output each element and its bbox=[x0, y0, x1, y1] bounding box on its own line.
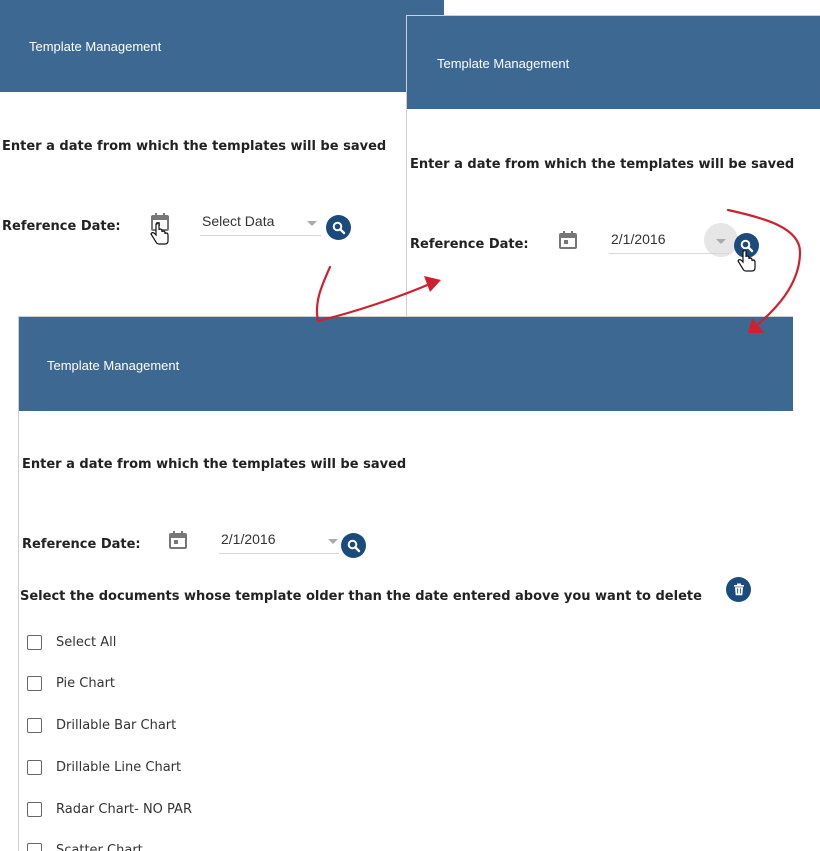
list-item[interactable]: Drillable Bar Chart bbox=[27, 714, 176, 736]
checkbox-label: Drillable Line Chart bbox=[56, 760, 181, 775]
checkbox-label: Radar Chart- NO PAR bbox=[56, 802, 192, 817]
panel-a: Template Management Enter a date from wh… bbox=[0, 0, 444, 320]
document-checkbox[interactable] bbox=[27, 718, 42, 733]
hand-pointer-icon bbox=[737, 249, 757, 273]
document-checkbox[interactable] bbox=[27, 676, 42, 691]
search-icon bbox=[347, 539, 361, 553]
delete-button[interactable] bbox=[726, 577, 751, 602]
panel-a-date-dropdown[interactable]: Select Data bbox=[200, 213, 321, 236]
calendar-icon[interactable] bbox=[558, 230, 578, 250]
panel-a-search-button[interactable] bbox=[326, 215, 351, 240]
checkbox-label: Drillable Bar Chart bbox=[56, 718, 176, 733]
list-item[interactable]: Drillable Line Chart bbox=[27, 756, 181, 778]
panel-b: Template Management Enter a date from wh… bbox=[406, 15, 820, 321]
panel-c-instruction: Enter a date from which the templates wi… bbox=[22, 457, 406, 472]
panel-c-header: Template Management bbox=[19, 317, 793, 411]
panel-b-header: Template Management bbox=[407, 16, 820, 109]
panel-a-instruction: Enter a date from which the templates wi… bbox=[2, 139, 386, 154]
chevron-down-icon bbox=[716, 239, 726, 244]
panel-c-date-value: 2/1/2016 bbox=[221, 531, 276, 547]
panel-b-date-dropdown[interactable]: 2/1/2016 bbox=[609, 231, 729, 254]
document-checkbox[interactable] bbox=[27, 802, 42, 817]
list-item[interactable]: Pie Chart bbox=[27, 672, 115, 694]
hand-pointer-icon bbox=[150, 222, 170, 246]
panel-a-header-title: Template Management bbox=[29, 39, 161, 54]
panel-b-instruction: Enter a date from which the templates wi… bbox=[410, 157, 794, 172]
panel-b-date-value: 2/1/2016 bbox=[611, 231, 666, 247]
select-all-checkbox[interactable] bbox=[27, 635, 42, 650]
document-checkbox[interactable] bbox=[27, 760, 42, 775]
panel-a-date-value: Select Data bbox=[202, 213, 274, 229]
delete-prompt: Select the documents whose template olde… bbox=[20, 589, 702, 604]
panel-c-date-dropdown[interactable]: 2/1/2016 bbox=[219, 531, 339, 554]
list-item[interactable]: Radar Chart- NO PAR bbox=[27, 798, 192, 820]
panel-c-reference-label: Reference Date: bbox=[22, 537, 141, 552]
panel-a-reference-label: Reference Date: bbox=[2, 219, 121, 234]
checkbox-label: Select All bbox=[56, 635, 116, 650]
checkbox-label: Pie Chart bbox=[56, 676, 115, 691]
chevron-down-icon bbox=[307, 221, 317, 226]
panel-a-header: Template Management bbox=[0, 0, 444, 92]
panel-c-header-title: Template Management bbox=[47, 358, 179, 373]
panel-b-reference-label: Reference Date: bbox=[410, 237, 529, 252]
trash-icon bbox=[733, 583, 745, 596]
panel-c: Template Management Enter a date from wh… bbox=[18, 316, 793, 851]
panel-c-search-button[interactable] bbox=[341, 533, 366, 558]
list-item[interactable]: Select All bbox=[27, 631, 116, 653]
panel-b-header-title: Template Management bbox=[437, 56, 569, 71]
search-icon bbox=[332, 221, 346, 235]
calendar-icon[interactable] bbox=[168, 530, 188, 550]
chevron-down-icon bbox=[328, 539, 338, 544]
list-item[interactable]: Scatter Chart bbox=[27, 839, 143, 851]
